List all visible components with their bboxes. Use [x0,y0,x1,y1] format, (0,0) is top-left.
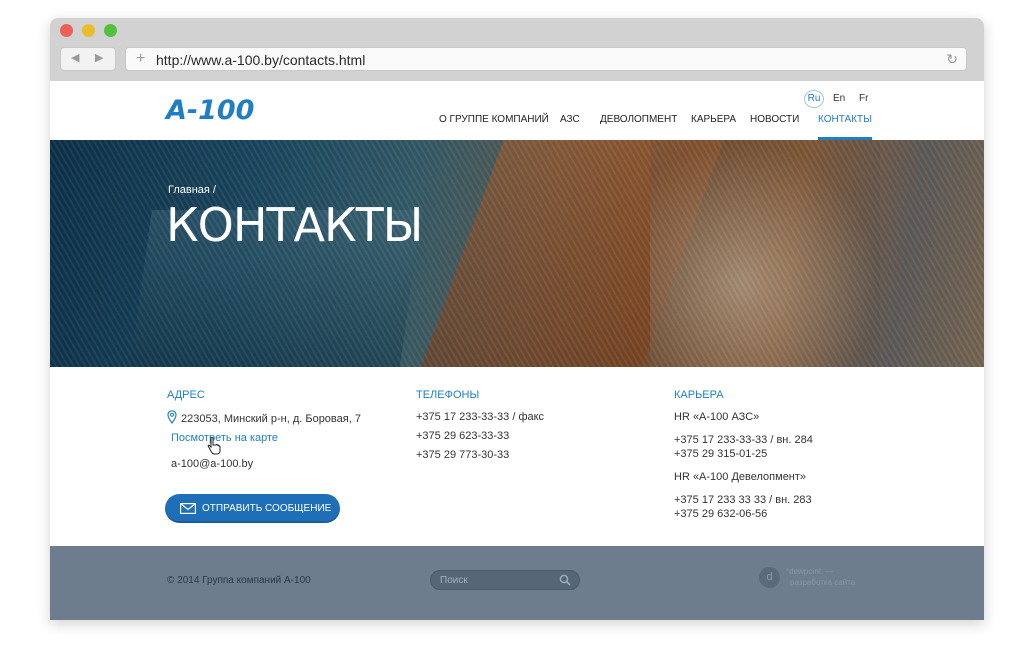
search-input[interactable]: Поиск [430,570,580,590]
address-column: АДРЕС 223053, Минский р-н, д. Боровая, 7… [167,389,361,476]
phone-line[interactable]: +375 29 623-33-33 [416,429,544,443]
lang-ru[interactable]: Ru [804,90,824,108]
hero-overlay [50,140,984,367]
contacts-section: АДРЕС 223053, Минский р-н, д. Боровая, 7… [50,367,984,546]
search-placeholder: Поиск [440,575,468,586]
phone-line[interactable]: +375 17 233-33-33 / факс [416,410,544,424]
hr-azs-label: HR «А-100 АЗС» [674,411,760,423]
site-logo[interactable]: A-100 [166,95,254,126]
dewpoint-logo-icon: d [759,567,780,588]
reload-icon[interactable]: ↻ [946,51,958,68]
address-bar[interactable]: + http://www.a-100.by/contacts.html ↻ [125,47,967,71]
menu-item-career[interactable]: КАРЬЕРА [691,114,736,140]
phone-line[interactable]: +375 29 773-30-33 [416,448,544,462]
send-message-label: ОТПРАВИТЬ СООБЩЕНИЕ [202,503,332,514]
hand-cursor-icon [207,437,221,455]
history-nav: ◀ ▶ [60,47,116,71]
copyright-text: © 2014 Группа компаний А-100 [167,575,311,586]
hr-development-label: HR «А-100 Девелопмент» [674,471,807,483]
page-title: КОНТАКТЫ [166,198,423,252]
developer-name: *dewpoint: — [786,567,834,576]
hr-development-phone2[interactable]: +375 29 632-06-56 [674,507,813,521]
menu-item-development[interactable]: ДЕВОЛОПМЕНТ [600,114,677,140]
minimize-window-button[interactable] [82,24,95,37]
location-pin-icon [167,410,177,424]
phones-column: ТЕЛЕФОНЫ +375 17 233-33-33 / факс +375 2… [416,389,544,467]
hero-banner: Главная / КОНТАКТЫ [50,140,984,367]
browser-chrome: ◀ ▶ + http://www.a-100.by/contacts.html … [50,18,984,81]
developer-subtitle: разработка сайта [790,578,856,587]
back-arrow-icon[interactable]: ◀ [71,51,79,64]
maximize-window-button[interactable] [104,24,117,37]
career-column: КАРЬЕРА HR «А-100 АЗС» +375 17 233-33-33… [674,389,813,526]
send-message-button[interactable]: ОТПРАВИТЬ СООБЩЕНИЕ [165,494,340,523]
address-text: 223053, Минский р-н, д. Боровая, 7 [181,413,361,425]
career-heading: КАРЬЕРА [674,389,724,401]
search-icon[interactable] [559,574,571,586]
plus-icon[interactable]: + [136,50,145,68]
email-link[interactable]: a-100@a-100.by [167,457,361,471]
site-header: A-100 Ru En Fr О ГРУППЕ КОМПАНИЙ АЗС ДЕВ… [50,81,984,140]
lang-en[interactable]: En [833,93,845,104]
menu-item-news[interactable]: НОВОСТИ [750,114,799,140]
forward-arrow-icon[interactable]: ▶ [95,51,103,64]
address-heading: АДРЕС [167,389,205,401]
mail-icon [180,503,196,514]
phones-heading: ТЕЛЕФОНЫ [416,389,480,401]
map-link[interactable]: Посмотреть на карте [167,431,361,445]
site-footer: © 2014 Группа компаний А-100 Поиск d *de… [50,546,984,620]
lang-fr[interactable]: Fr [859,93,868,104]
hr-azs-phone1[interactable]: +375 17 233-33-33 / вн. 284 [674,433,813,447]
close-window-button[interactable] [60,24,73,37]
menu-item-contacts[interactable]: КОНТАКТЫ [818,114,872,140]
breadcrumb[interactable]: Главная / [168,184,216,196]
url-text[interactable]: http://www.a-100.by/contacts.html [156,52,365,68]
menu-item-about[interactable]: О ГРУППЕ КОМПАНИЙ [439,114,549,140]
menu-item-azs[interactable]: АЗС [560,114,580,140]
address-line: 223053, Минский р-н, д. Боровая, 7 [167,410,361,426]
hr-azs-phone2[interactable]: +375 29 315-01-25 [674,447,813,461]
browser-window: ◀ ▶ + http://www.a-100.by/contacts.html … [50,18,984,620]
hr-development-phone1[interactable]: +375 17 233 33 33 / вн. 283 [674,493,813,507]
